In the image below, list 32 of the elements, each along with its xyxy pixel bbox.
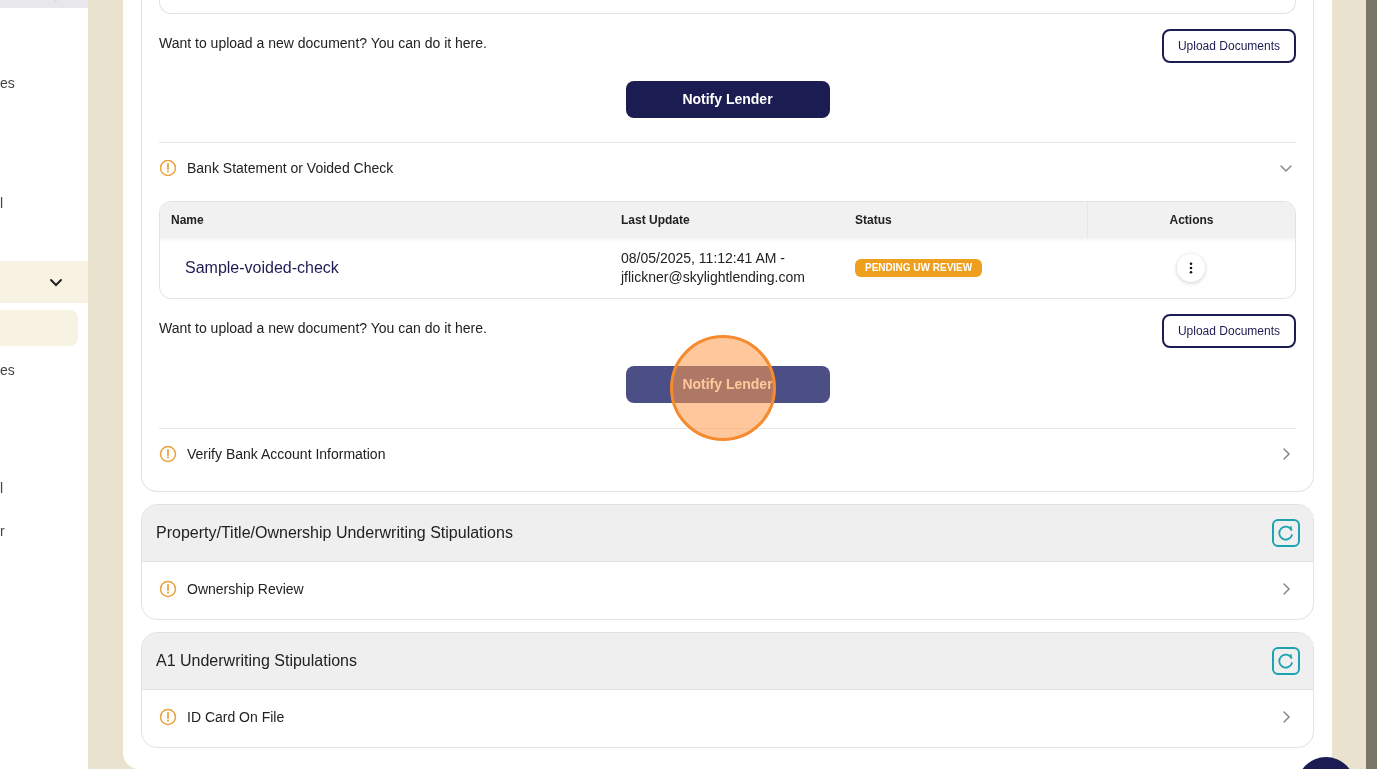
kebab-icon bbox=[1189, 262, 1193, 274]
sidebar-item[interactable]: l bbox=[0, 185, 88, 221]
stipulation-title: ID Card On File bbox=[187, 707, 285, 727]
stipulation-title: Bank Statement or Voided Check bbox=[187, 158, 394, 178]
group-title: A1 Underwriting Stipulations bbox=[156, 651, 357, 671]
column-header: Status bbox=[855, 212, 893, 229]
column-header: Name bbox=[170, 212, 205, 229]
more-options-button[interactable] bbox=[1177, 254, 1205, 282]
column-header: Last Update bbox=[621, 212, 691, 229]
upload-prompt: Want to upload a new document? You can do it here. bbox=[159, 34, 487, 53]
upload-prompt: Want to upload a new document? You can do it here. bbox=[159, 319, 487, 338]
warning-icon bbox=[159, 159, 177, 177]
sidebar-item[interactable]: es bbox=[0, 65, 88, 101]
warning-icon bbox=[159, 580, 177, 598]
sidebar-item[interactable]: es bbox=[0, 352, 88, 388]
warning-icon bbox=[159, 445, 177, 463]
upload-documents-button[interactable]: Upload Documents bbox=[1161, 29, 1296, 63]
status-badge: PENDING UW REVIEW bbox=[855, 259, 983, 277]
document-link[interactable]: Sample-voided-check bbox=[185, 256, 339, 280]
stipulation-title: Verify Bank Account Information bbox=[187, 444, 386, 464]
stipulation-title: Ownership Review bbox=[187, 579, 304, 599]
notify-lender-button[interactable]: Notify Lender bbox=[625, 81, 830, 118]
refresh-icon[interactable] bbox=[1272, 519, 1300, 547]
table-cell-text: 08/05/2025, 11:12:41 AM - jflickner@skylightlending.com bbox=[621, 249, 806, 287]
scrollbar[interactable] bbox=[1366, 0, 1377, 769]
group-title: Property/Title/Ownership Underwriting Stipulations bbox=[156, 523, 513, 543]
refresh-icon[interactable] bbox=[1272, 647, 1300, 675]
column-header: Actions bbox=[1087, 202, 1295, 238]
warning-icon bbox=[159, 708, 177, 726]
sidebar-item[interactable]: l bbox=[0, 470, 88, 506]
sidebar-item[interactable]: r bbox=[0, 513, 88, 549]
upload-documents-button[interactable]: Upload Documents bbox=[1161, 314, 1296, 348]
